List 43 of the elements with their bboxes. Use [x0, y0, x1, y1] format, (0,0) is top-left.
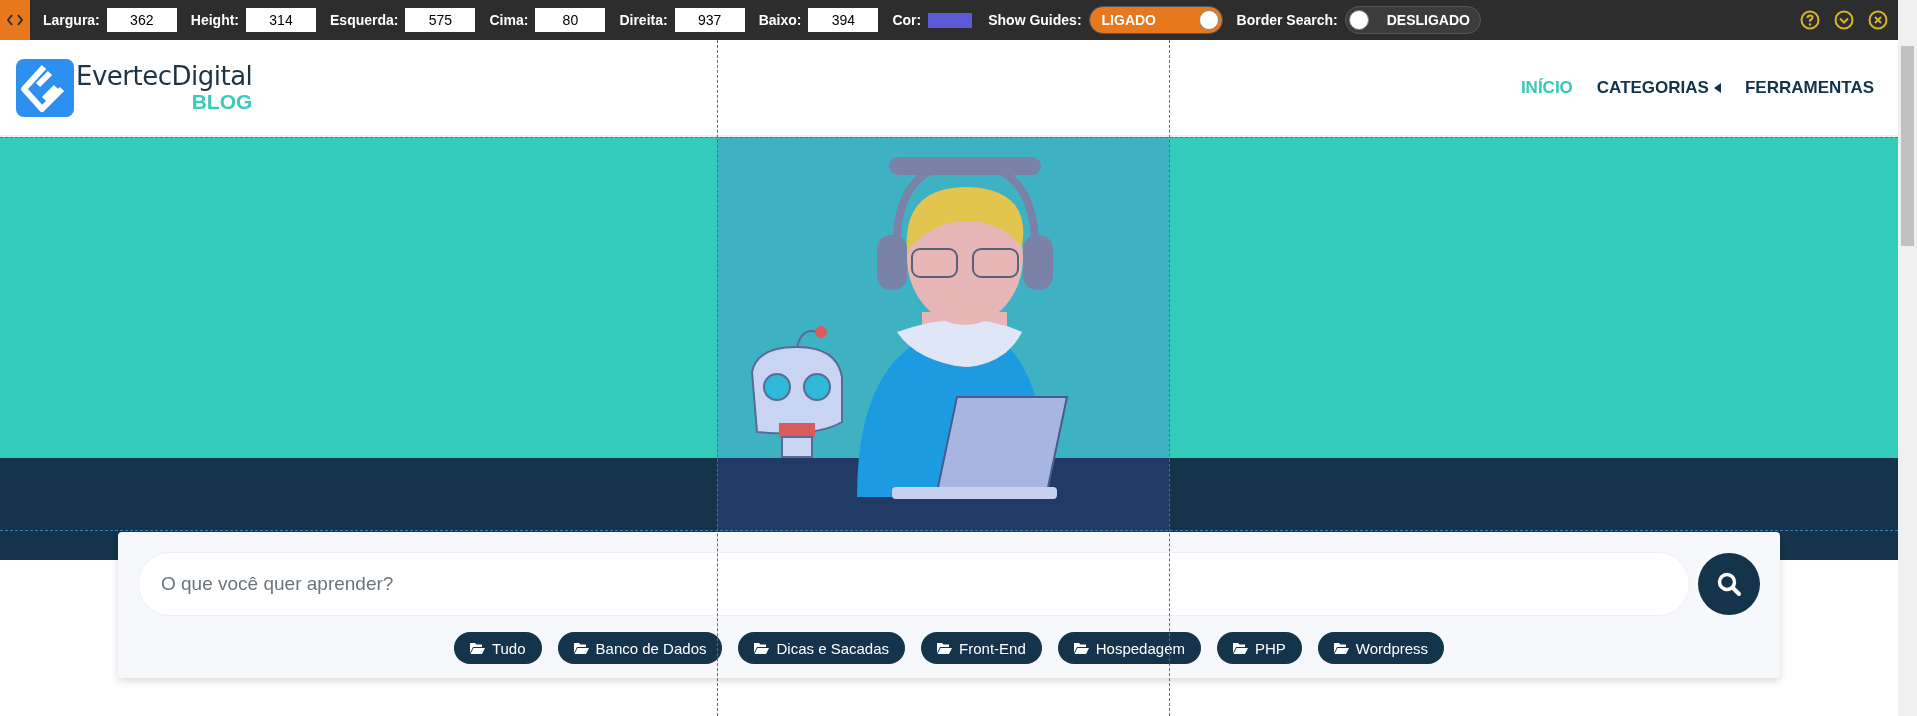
input-field[interactable]: 314	[246, 8, 316, 32]
color-label: Cor:	[892, 12, 922, 28]
nav-link[interactable]: FERRAMENTAS	[1744, 77, 1874, 98]
folder-icon	[754, 642, 770, 654]
field-label: Baixo:	[758, 12, 802, 28]
input-field[interactable]: 937	[674, 8, 745, 32]
folder-icon	[573, 642, 589, 654]
field-label: Largura:	[43, 12, 100, 28]
category-tag[interactable]: PHP	[1217, 632, 1302, 664]
category-tag[interactable]: Hospedagem	[1057, 632, 1201, 664]
close-icon[interactable]	[1868, 10, 1888, 30]
category-tag[interactable]: Dicas e Sacadas	[738, 632, 906, 664]
input-field[interactable]: 80	[535, 8, 606, 32]
color-swatch[interactable]	[928, 12, 973, 28]
category-tag[interactable]: Banco de Dados	[557, 632, 723, 664]
logo-name: EvertecDigital	[76, 63, 253, 89]
input-field[interactable]: 394	[808, 8, 879, 32]
folder-icon	[1333, 642, 1349, 654]
logo-icon	[16, 58, 74, 117]
field-label: Esquerda:	[330, 12, 399, 28]
search-field[interactable]: O que você quer aprender?	[138, 552, 1690, 616]
folder-icon	[1073, 642, 1089, 654]
caret-icon	[1713, 82, 1721, 93]
category-tag[interactable]: Wordpress	[1317, 632, 1445, 664]
logo-subtitle: BLOG	[191, 91, 253, 112]
toggle-switch[interactable]: DESLIGADO	[1344, 6, 1481, 34]
category-tag[interactable]: Front-End	[921, 632, 1042, 664]
chevron-down-icon[interactable]	[1834, 10, 1854, 30]
code-icon[interactable]	[0, 0, 30, 40]
field-label: Cima:	[489, 12, 529, 28]
input-field[interactable]: 575	[405, 8, 476, 32]
field-label: Direita:	[619, 12, 668, 28]
help-icon[interactable]	[1800, 10, 1820, 30]
folder-icon	[1233, 642, 1248, 654]
toggle-label: Border Search:	[1236, 12, 1338, 28]
search-icon	[1716, 571, 1742, 597]
folder-icon	[469, 642, 485, 654]
field-label: Height:	[190, 12, 239, 28]
folder-icon	[937, 642, 953, 654]
nav-link[interactable]: CATEGORIAS	[1596, 77, 1721, 98]
category-tag[interactable]: Tudo	[453, 632, 542, 664]
toggle-label: Show Guides:	[988, 12, 1082, 28]
input-field[interactable]: 362	[106, 8, 177, 32]
